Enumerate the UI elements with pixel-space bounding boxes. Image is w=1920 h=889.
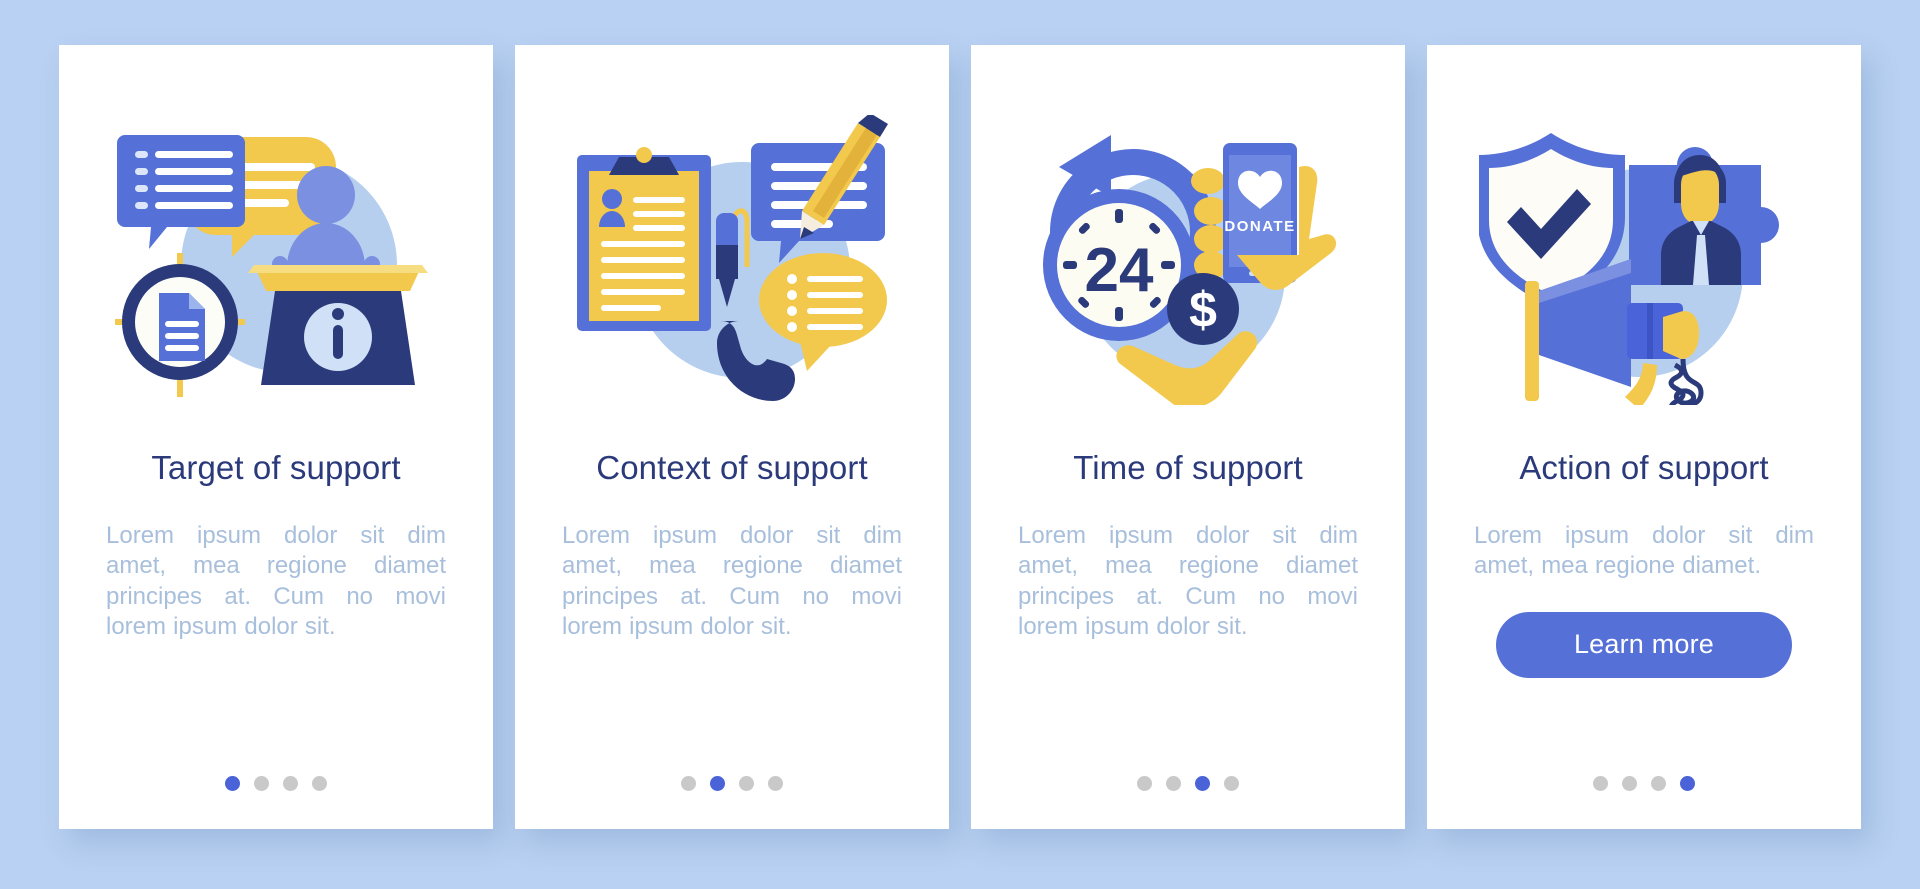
pagination-dots (515, 776, 949, 791)
pagination-dot[interactable] (1195, 776, 1210, 791)
card-description: Lorem ipsum dolor sit dim amet, mea regi… (106, 522, 446, 641)
document-icon (159, 293, 205, 361)
page-title: Time of support (1073, 449, 1303, 486)
pagination-dot[interactable] (1593, 776, 1608, 791)
pagination-dot[interactable] (710, 776, 725, 791)
context-of-support-illustration (515, 45, 949, 445)
pagination-dot[interactable] (1224, 776, 1239, 791)
pagination-dot[interactable] (312, 776, 327, 791)
pagination-dot[interactable] (1622, 776, 1637, 791)
card-description: Lorem ipsum dolor sit dim amet, mea regi… (562, 522, 902, 641)
learn-more-button[interactable]: Learn more (1496, 611, 1792, 678)
pagination-dot[interactable] (681, 776, 696, 791)
action-of-support-illustration (1427, 45, 1861, 445)
pagination-dots (59, 776, 493, 791)
page-title: Context of support (596, 449, 868, 486)
pagination-dot[interactable] (1166, 776, 1181, 791)
pagination-dot[interactable] (739, 776, 754, 791)
onboarding-card-2: Context of support Lorem ipsum dolor sit… (515, 45, 949, 829)
page-title: Target of support (151, 449, 401, 486)
target-of-support-illustration (59, 45, 493, 445)
card-description: Lorem ipsum dolor sit dim amet, mea regi… (1018, 522, 1358, 641)
clock-label: 24 (1085, 236, 1154, 305)
onboarding-card-4: Action of support Lorem ipsum dolor sit … (1427, 45, 1861, 829)
pagination-dot[interactable] (1651, 776, 1666, 791)
onboarding-card-3: 24 DONATE $ Time of support Lorem ipsum … (971, 45, 1405, 829)
card-description: Lorem ipsum dolor sit dim amet, mea regi… (1474, 522, 1814, 580)
onboarding-screens-container: Target of support Lorem ipsum dolor sit … (0, 0, 1920, 889)
donate-label: DONATE (1224, 218, 1295, 235)
pagination-dots (971, 776, 1405, 791)
pagination-dot[interactable] (283, 776, 298, 791)
pagination-dot[interactable] (254, 776, 269, 791)
pagination-dot[interactable] (1137, 776, 1152, 791)
pagination-dot[interactable] (1680, 776, 1695, 791)
dollar-symbol: $ (1189, 282, 1217, 338)
clipboard-profile-icon (577, 147, 711, 331)
pagination-dot[interactable] (768, 776, 783, 791)
time-of-support-illustration: 24 DONATE $ (971, 45, 1405, 445)
pagination-dots (1427, 776, 1861, 791)
info-circle-icon (304, 303, 372, 371)
dollar-coin-icon: $ (1167, 273, 1239, 345)
puzzle-person-icon (1629, 147, 1779, 285)
onboarding-card-1: Target of support Lorem ipsum dolor sit … (59, 45, 493, 829)
page-title: Action of support (1519, 449, 1769, 486)
pagination-dot[interactable] (225, 776, 240, 791)
